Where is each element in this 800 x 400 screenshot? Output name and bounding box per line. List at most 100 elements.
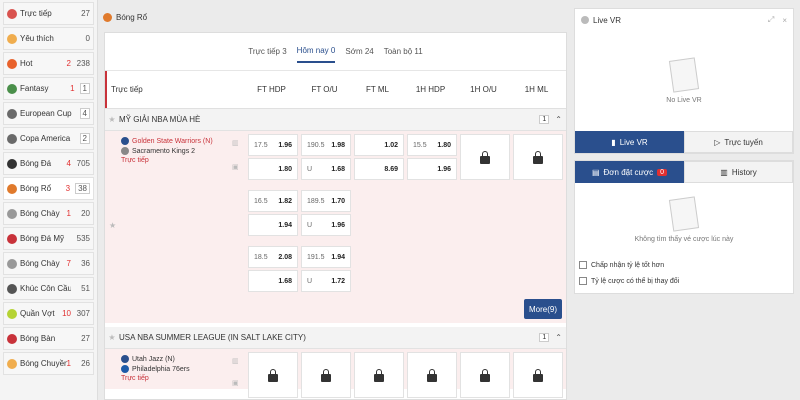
live-count: 1 xyxy=(66,209,71,218)
sidebar-item-label: Fantasy xyxy=(20,84,49,93)
stats-icon[interactable]: ▥ xyxy=(232,357,239,365)
lock-icon xyxy=(268,368,278,382)
odds-cell[interactable]: 191.5 1.94 xyxy=(301,246,351,268)
sidebar-item[interactable]: Fantasy 1 1 xyxy=(3,77,94,100)
tab-bets-label: Đơn đặt cược xyxy=(603,167,654,177)
collapse-icon[interactable]: ⌃ xyxy=(555,115,562,124)
column-ft-ml: FT ML xyxy=(366,85,389,94)
no-live-text: No Live VR xyxy=(666,96,702,104)
odds-cell[interactable]: 1.02 xyxy=(354,134,404,156)
sidebar-item-label: Khúc Côn Cầu xyxy=(20,284,71,293)
lock-icon xyxy=(321,368,331,382)
tab-all[interactable]: Toàn bộ 11 xyxy=(384,41,423,62)
event-count: 26 xyxy=(81,359,90,368)
star-icon[interactable]: ★ xyxy=(109,221,116,230)
odds-cell[interactable]: U 1.68 xyxy=(301,158,351,180)
sidebar-item[interactable]: Bóng Rổ 3 38 xyxy=(3,177,94,200)
empty-document-icon xyxy=(668,56,700,93)
sidebar-item[interactable]: Hot 2 238 xyxy=(3,52,94,75)
expand-icon[interactable]: ⤢ xyxy=(768,15,774,25)
locked-cell xyxy=(513,352,563,398)
sidebar-item-label: Bóng Chuyền xyxy=(20,359,67,368)
accept-better-odds[interactable]: Chấp nhận tỷ lệ tốt hơn xyxy=(575,257,793,273)
tab-live[interactable]: Trực tiếp 3 xyxy=(248,41,286,62)
column-1h-hdp: 1H HDP xyxy=(415,85,446,94)
league-header[interactable]: ★ MỸ GIẢI NBA MÙA HÈ 1 ⌃ xyxy=(105,109,566,131)
accept-better-odds-label: Chấp nhận tỷ lệ tốt hơn xyxy=(591,261,665,269)
tab-early[interactable]: Sớm 24 xyxy=(345,41,373,62)
league-name: USA NBA SUMMER LEAGUE (IN SALT LAKE CITY… xyxy=(119,333,306,342)
odds-cell[interactable]: 1.94 xyxy=(248,214,298,236)
checkbox[interactable] xyxy=(579,261,587,269)
sidebar-item[interactable]: Bóng Chuyền 1 26 xyxy=(3,352,94,375)
odds-cell[interactable]: 1.68 xyxy=(248,270,298,292)
locked-cell xyxy=(354,352,404,398)
tv-icon[interactable]: ▣ xyxy=(232,379,239,387)
home-team-name: Utah Jazz (N) xyxy=(132,355,175,363)
odds-panel: Trực tiếp 3 Hôm nay 0 Sớm 24 Toàn bộ 11 … xyxy=(104,32,567,400)
sidebar-item-label: Trực tiếp xyxy=(20,9,52,18)
team-logo-icon xyxy=(121,147,129,155)
right-panel: Live VR ⤢ × No Live VR ▮ Live VR ▷ Trực tu… xyxy=(574,8,794,400)
locked-cell xyxy=(248,352,298,398)
collapse-icon[interactable]: ⌃ xyxy=(555,333,562,342)
odds-cell[interactable]: 17.5 1.96 xyxy=(248,134,298,156)
sidebar-item[interactable]: Bóng Đá 4 705 xyxy=(3,152,94,175)
sidebar-item[interactable]: Bóng Chày 1 20 xyxy=(3,202,94,225)
odds-cell[interactable]: 8.69 xyxy=(354,158,404,180)
sidebar-item[interactable]: Trực tiếp 27 xyxy=(3,2,94,25)
football-icon xyxy=(7,233,17,244)
event-count: 238 xyxy=(76,59,90,68)
tennis-icon xyxy=(7,308,17,319)
stats-icon[interactable]: ▥ xyxy=(232,139,239,147)
event-count: 535 xyxy=(76,234,90,243)
column-1h-ml: 1H ML xyxy=(524,85,549,94)
event-count: 27 xyxy=(81,334,90,343)
tab-today[interactable]: Hôm nay 0 xyxy=(296,40,336,63)
odds-cell[interactable]: 1.96 xyxy=(407,158,457,180)
sidebar-item[interactable]: Quần Vợt 10 307 xyxy=(3,302,94,325)
tv-icon[interactable]: ▣ xyxy=(232,163,239,171)
league-header[interactable]: ★ USA NBA SUMMER LEAGUE (IN SALT LAKE CI… xyxy=(105,327,566,349)
odds-cell[interactable]: U 1.96 xyxy=(301,214,351,236)
match-block: Utah Jazz (N) Philadelphia 76ers Trực ti… xyxy=(105,349,566,398)
more-button[interactable]: More(9) xyxy=(524,299,562,319)
tab-bets[interactable]: ▤ Đơn đặt cược 0 xyxy=(575,161,684,183)
sidebar-item[interactable]: Bóng Bàn 27 xyxy=(3,327,94,350)
tab-history[interactable]: ▥ History xyxy=(684,161,793,183)
main-area: Bóng Rổ Trực tiếp 3 Hôm nay 0 Sớm 24 Toà… xyxy=(103,8,569,400)
sidebar-item[interactable]: Copa America 2 xyxy=(3,127,94,150)
odds-cell[interactable]: 18.5 2.08 xyxy=(248,246,298,268)
live-count: 7 xyxy=(66,259,71,268)
odds-cell[interactable]: 190.5 1.98 xyxy=(301,134,351,156)
odds-cell[interactable]: 1.80 xyxy=(248,158,298,180)
tab-online[interactable]: ▷ Trực tuyến xyxy=(684,131,793,153)
odds-may-change[interactable]: Tỷ lệ cược có thể bị thay đổi xyxy=(575,273,793,289)
ticket-icon: ▤ xyxy=(591,167,600,177)
odds-cell[interactable]: 16.5 1.82 xyxy=(248,190,298,212)
sidebar-item[interactable]: Bóng Đá Mỹ 535 xyxy=(3,227,94,250)
live-vr-title: Live VR xyxy=(593,15,622,25)
star-icon[interactable]: ★ xyxy=(105,115,119,124)
fire-icon xyxy=(7,58,17,69)
odds-cell[interactable]: U 1.72 xyxy=(301,270,351,292)
sidebar-item[interactable]: Yêu thích 0 xyxy=(3,27,94,50)
tab-live-vr[interactable]: ▮ Live VR xyxy=(575,131,684,153)
star-icon[interactable]: ★ xyxy=(105,333,119,342)
close-icon[interactable]: × xyxy=(782,16,787,25)
event-count: 705 xyxy=(76,159,90,168)
history-icon: ▥ xyxy=(720,167,728,177)
sidebar-item-label: Bóng Rổ xyxy=(20,184,52,193)
page-title: Bóng Rổ xyxy=(103,8,569,26)
checkbox[interactable] xyxy=(579,277,587,285)
locked-cell xyxy=(460,134,510,180)
betslip-body: Không tìm thấy vé cược lúc này xyxy=(575,183,793,257)
away-team: Sacramento Kings 2 xyxy=(107,147,245,155)
odds-cell[interactable]: 15.5 1.80 xyxy=(407,134,457,156)
pingpong-icon xyxy=(7,333,17,344)
sidebar-item[interactable]: European Cup 4 xyxy=(3,102,94,125)
sidebar-item[interactable]: Bóng Chày 7 36 xyxy=(3,252,94,275)
tab-online-label: Trực tuyến xyxy=(724,137,763,147)
sidebar-item[interactable]: Khúc Côn Cầu 51 xyxy=(3,277,94,300)
odds-cell[interactable]: 189.5 1.70 xyxy=(301,190,351,212)
